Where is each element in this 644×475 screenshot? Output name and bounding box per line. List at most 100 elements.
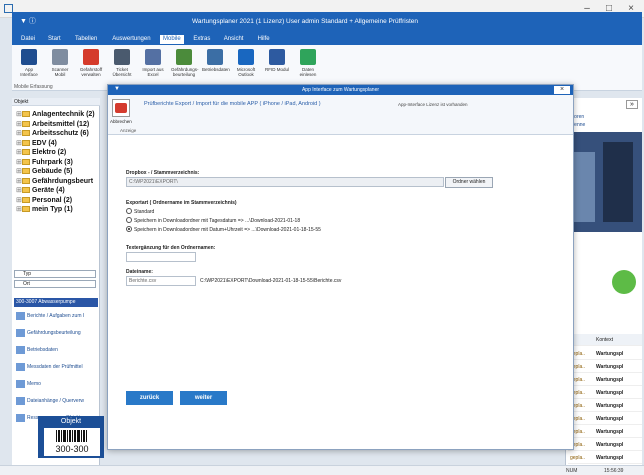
tree-item-label: Geräte (4) [32, 187, 65, 194]
tree-item-label: EDV (4) [32, 139, 57, 147]
export-radio-2[interactable]: Speichern in Downloadordner mit Datum+Uh… [126, 226, 321, 233]
table-row[interactable]: gepla.. Wartungspl [568, 439, 642, 451]
ribbon-button-8[interactable]: RFID Modul [264, 47, 290, 87]
radio-icon[interactable] [126, 226, 132, 232]
export-radio-1[interactable]: Speichern in Downloadordner mit Tagesdat… [126, 217, 300, 224]
filename-input[interactable]: Berichte.csv [126, 276, 196, 286]
table-row[interactable]: gepla.. Wartungspl [568, 452, 642, 464]
ribbon-button-6[interactable]: Betriebsdaten [202, 47, 230, 87]
ribbon-button-0[interactable]: App Interface [16, 47, 42, 87]
rfid-icon [269, 49, 285, 65]
ribbon-button-4[interactable]: Import aus Excel [140, 47, 166, 87]
folder-icon [22, 130, 30, 136]
table-header: Kontext [568, 334, 642, 346]
type-combo[interactable]: Typ [14, 270, 96, 278]
tree-item[interactable]: ⊞ Arbeitsmittel (12) [16, 120, 89, 128]
app-menu-icon[interactable]: ▼ ⓘ [20, 16, 36, 26]
tree-item[interactable]: ⊞ Geräte (4) [16, 186, 65, 194]
tree-item[interactable]: ⊞ EDV (4) [16, 139, 57, 147]
menu-mobile[interactable]: Mobile [160, 35, 184, 44]
hazard-icon [83, 49, 99, 65]
photo-shape-2 [603, 142, 633, 222]
table-row[interactable]: gepla.. Wartungspl [568, 387, 642, 399]
cancel-button[interactable]: Abbrechen [110, 119, 132, 124]
export-radio-label: Speichern in Downloadordner mit Datum+Uh… [134, 227, 321, 233]
menu-tabellen[interactable]: Tabellen [72, 35, 100, 44]
table-row[interactable]: gepla.. Wartungspl [568, 400, 642, 412]
ribbon-button-label: Betriebsdaten [202, 67, 230, 72]
list-item-icon [16, 379, 25, 388]
barcode-panel: Objekt 300-300 [38, 416, 104, 458]
tree-item[interactable]: ⊞ Arbeitsschutz (6) [16, 129, 89, 137]
cancel-icon[interactable] [112, 99, 130, 117]
object-detail-item[interactable]: Memo [16, 378, 41, 390]
list-item-icon [16, 345, 25, 354]
radio-icon[interactable] [126, 217, 132, 223]
menu-auswertungen[interactable]: Auswertungen [109, 35, 153, 44]
ribbon-button-3[interactable]: Ticket Übersicht [109, 47, 135, 87]
table-row[interactable]: gepla.. Wartungspl [568, 426, 642, 438]
folder-icon [22, 139, 30, 146]
tree-item-label: Gebäude (5) [32, 168, 73, 175]
menu-ansicht[interactable]: Ansicht [221, 35, 247, 44]
object-detail-item[interactable]: Betriebsdaten [16, 344, 58, 356]
object-detail-item[interactable]: Berichte / Aufgaben zum I [16, 310, 84, 322]
window-title: Wartungsplaner 2021 (1 Lizenz) User admi… [192, 18, 418, 25]
ribbon-button-2[interactable]: Gefahrstoff verwalten [78, 47, 104, 87]
context-cell: Wartungspl [596, 455, 624, 461]
object-detail-label: Berichte / Aufgaben zum I [27, 313, 85, 319]
tree-item[interactable]: ⊞ Gefährdungsbeurt [16, 177, 93, 185]
photo-shape-1 [573, 152, 595, 222]
text-suffix-input[interactable] [126, 252, 196, 262]
ribbon-button-7[interactable]: Microsoft Outlook [233, 47, 259, 87]
tree-item[interactable]: ⊞ mein Typ (1) [16, 205, 73, 213]
barcode-label: Objekt [60, 418, 82, 425]
next-button[interactable]: weiter [180, 391, 227, 405]
table-row[interactable]: gepla.. Wartungspl [568, 413, 642, 425]
ribbon-button-label: Gefährdungs-beurteilung [171, 67, 199, 77]
ribbon-button-1[interactable]: Scanner Mobil [47, 47, 73, 87]
num-lock-indicator: NUM [566, 468, 578, 474]
object-detail-label: Betriebsdaten [27, 347, 58, 353]
object-detail-item[interactable]: Dateianhänge / Querverw [16, 395, 84, 407]
status-cell: gepla.. [570, 455, 586, 461]
ribbon-button-5[interactable]: Gefährdungs-beurteilung [171, 47, 199, 87]
dialog-close-button[interactable]: × [554, 86, 570, 94]
menu-hilfe[interactable]: Hilfe [255, 35, 273, 44]
table-row[interactable]: gepla.. Wartungspl [568, 374, 642, 386]
ribbon-button-9[interactable]: Daten einlesen [295, 47, 321, 87]
filename-label: Dateiname: [126, 269, 153, 275]
object-detail-item[interactable]: Gefährdungsbeurteilung [16, 327, 81, 339]
barcode-image: 300-300 [44, 428, 100, 456]
menu-datei[interactable]: Datei [18, 35, 38, 44]
tree-item[interactable]: ⊞ Anlagentechnik (2) [16, 110, 95, 118]
select-folder-button[interactable]: Ordner wählen [445, 177, 493, 188]
tree-item-label: mein Typ (1) [32, 206, 73, 213]
back-button[interactable]: zurück [126, 391, 173, 405]
object-detail-item[interactable]: Messdaten der Prüfmittel [16, 361, 83, 373]
tree-item[interactable]: ⊞ Personal (2) [16, 196, 72, 204]
context-cell: Wartungspl [596, 364, 624, 370]
tree-item[interactable]: ⊞ Fuhrpark (3) [16, 158, 73, 166]
expand-button[interactable]: » [626, 100, 638, 109]
ribbon-button-label: Scanner Mobil [51, 67, 69, 77]
tree-item[interactable]: ⊞ Gebäude (5) [16, 167, 72, 175]
tree-item[interactable]: ⊞ Elektro (2) [16, 148, 66, 156]
location-combo[interactable]: Ort [14, 280, 96, 288]
list-item-icon [16, 362, 25, 371]
export-radio-0[interactable]: Standard [126, 208, 154, 215]
status-ok-icon[interactable] [612, 270, 636, 294]
ribbon-button-label: Import aus Excel [142, 67, 164, 77]
table-row[interactable]: gepla.. Wartungspl [568, 361, 642, 373]
radio-icon[interactable] [126, 208, 132, 214]
folder-icon [22, 206, 30, 212]
ribbon-button-label: RFID Modul [264, 67, 289, 72]
dialog-menu-icon[interactable]: ▼ [114, 86, 120, 92]
table-row[interactable]: gepla.. Wartungspl [568, 348, 642, 360]
menu-extras[interactable]: Extras [190, 35, 213, 44]
menu-start[interactable]: Start [45, 35, 64, 44]
status-bar: NUM 15:56:39 [0, 465, 644, 475]
menu-bar: Datei Start Tabellen Auswertungen Mobile Extr… [12, 34, 642, 45]
folder-icon [22, 111, 30, 117]
dropbox-path-field[interactable]: C:\WP2021\EXPORT\ [126, 177, 444, 187]
